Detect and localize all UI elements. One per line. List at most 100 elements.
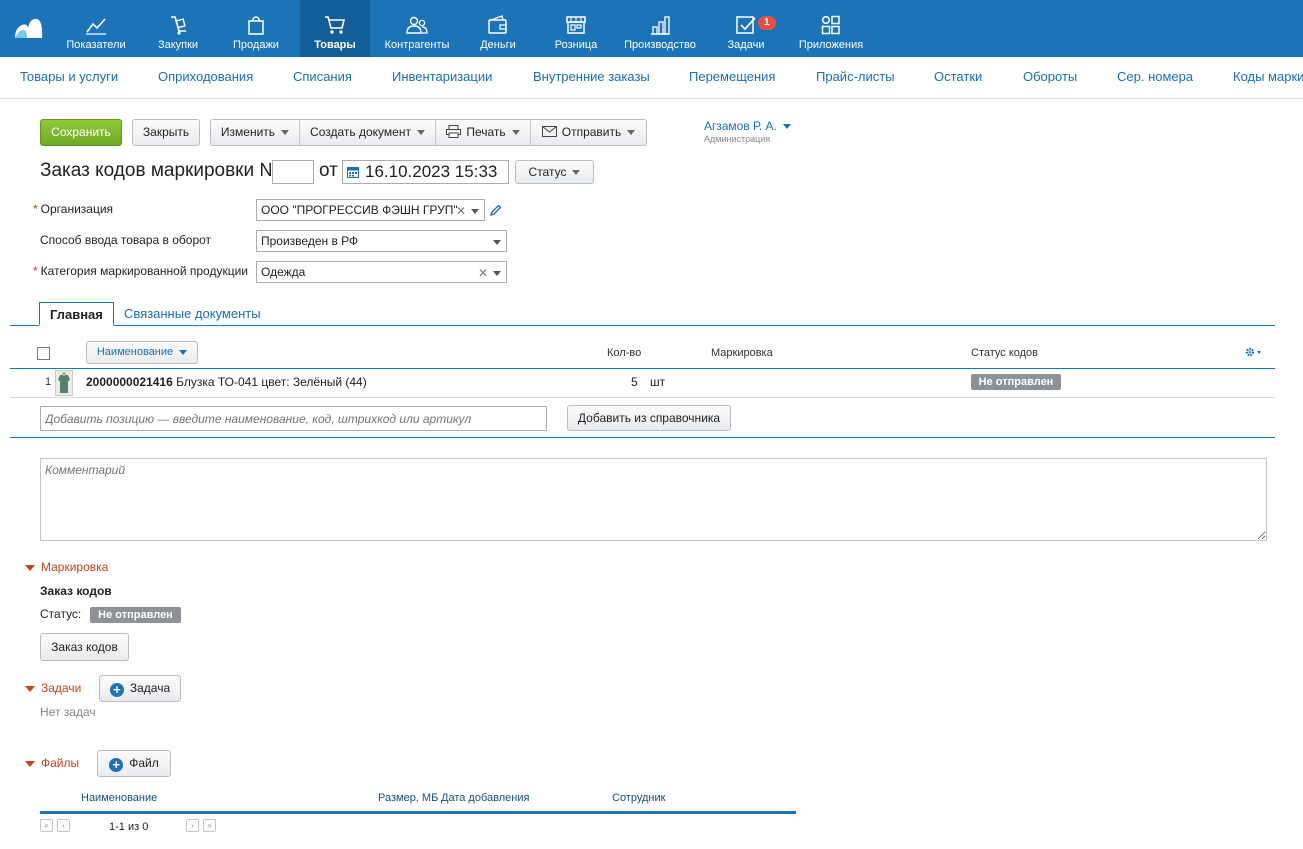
doc-date-value: 16.10.2023 15:33 — [365, 162, 498, 181]
chevron-down-icon — [281, 130, 290, 136]
nav-label: Деньги — [480, 39, 516, 51]
print-label: Печать — [466, 125, 506, 139]
user-role: Администрация — [704, 134, 771, 144]
select-all-checkbox[interactable] — [37, 347, 50, 360]
store-icon — [566, 16, 586, 34]
edit-dropdown[interactable]: Изменить — [211, 120, 300, 145]
user-menu[interactable]: Агзамов Р. А. — [704, 119, 791, 133]
files-section-toggle[interactable]: Файлы — [25, 756, 79, 770]
files-size-header[interactable]: Размер, МБ — [378, 792, 438, 804]
add-file-button[interactable]: + Файл — [97, 750, 171, 777]
nav-label: Розница — [554, 39, 598, 51]
nav-label: Закупки — [157, 39, 199, 51]
table-header-divider — [10, 368, 1275, 369]
subnav-stock[interactable]: Остатки — [934, 69, 982, 84]
first-page-button[interactable]: « — [40, 819, 53, 832]
row-qty[interactable]: 5 — [631, 375, 638, 389]
status-badge: Не отправлен — [971, 374, 1061, 390]
marking-status-badge: Не отправлен — [90, 607, 181, 623]
nav-label: Показатели — [66, 39, 126, 51]
organization-select[interactable]: ООО "ПРОГРЕССИВ ФЭШН ГРУП" ✕ — [256, 199, 485, 221]
nav-item-apps[interactable]: Приложения — [794, 0, 868, 57]
subnav-write-offs[interactable]: Списания — [293, 69, 352, 84]
chart-line-icon — [86, 18, 106, 35]
logo-icon[interactable] — [13, 16, 43, 40]
add-from-catalog-button[interactable]: Добавить из справочника — [567, 405, 731, 431]
chevron-down-icon — [493, 240, 501, 245]
tab-main[interactable]: Главная — [39, 302, 114, 326]
last-page-button[interactable]: » — [203, 819, 216, 832]
pager-text: 1-1 из 0 — [109, 821, 149, 833]
nav-item-purchases[interactable]: Закупки — [146, 0, 210, 57]
nav-item-production[interactable]: Производство — [620, 0, 700, 57]
clear-icon[interactable]: ✕ — [456, 201, 466, 220]
gear-icon[interactable] — [1245, 347, 1263, 357]
subnav-internal-orders[interactable]: Внутренние заказы — [533, 69, 650, 84]
files-name-header[interactable]: Наименование — [81, 792, 157, 804]
print-dropdown[interactable]: Печать — [436, 120, 531, 145]
doc-number-input[interactable] — [272, 160, 314, 184]
status-dropdown[interactable]: Статус — [515, 160, 594, 184]
collapse-triangle-icon — [25, 564, 35, 571]
pencil-edit-icon[interactable] — [490, 204, 502, 216]
category-label: * Категория маркированной продукции — [33, 264, 248, 278]
tasks-section-title: Задачи — [41, 681, 82, 695]
dolly-icon — [171, 16, 186, 35]
doc-date-input[interactable]: 16.10.2023 15:33 — [342, 160, 509, 184]
tasks-count-badge: 1 — [758, 16, 776, 30]
subnav-goods-services[interactable]: Товары и услуги — [20, 69, 118, 84]
files-employee-header[interactable]: Сотрудник — [612, 792, 665, 804]
nav-item-goods[interactable]: Товары — [300, 0, 370, 57]
product-name[interactable]: 2000000021416 Блузка ТО-041 цвет: Зелёны… — [86, 375, 367, 389]
add-task-button[interactable]: + Задача — [99, 675, 181, 702]
page-title: Заказ кодов маркировки № — [40, 160, 280, 181]
marking-section-title: Маркировка — [41, 560, 109, 574]
next-page-button[interactable]: › — [186, 819, 199, 832]
close-button[interactable]: Закрыть — [132, 119, 200, 146]
chevron-down-icon — [493, 271, 501, 276]
comment-textarea[interactable] — [40, 458, 1267, 541]
nav-item-money[interactable]: Деньги — [468, 0, 528, 57]
status-dropdown-label: Статус — [528, 165, 567, 179]
product-thumbnail[interactable] — [55, 370, 73, 396]
save-button[interactable]: Сохранить — [40, 119, 122, 146]
subnav-serial-numbers[interactable]: Сер. номера — [1117, 69, 1193, 84]
shopping-bag-icon — [248, 16, 264, 35]
tasks-section-toggle[interactable]: Задачи — [25, 681, 81, 695]
edit-label: Изменить — [220, 125, 276, 139]
add-position-input[interactable] — [40, 406, 547, 431]
nav-item-sales[interactable]: Продажи — [224, 0, 288, 57]
calendar-icon — [347, 167, 359, 178]
clear-icon[interactable]: ✕ — [478, 263, 488, 282]
entry-method-select[interactable]: Произведен в РФ — [256, 230, 507, 252]
prev-page-button[interactable]: ‹ — [57, 819, 70, 832]
chevron-down-icon — [511, 130, 520, 136]
subnav-marking-codes[interactable]: Коды маркир — [1233, 69, 1303, 84]
date-from-label: от — [319, 160, 338, 181]
subnav-price-lists[interactable]: Прайс-листы — [816, 69, 895, 84]
nav-label: Продажи — [233, 39, 279, 51]
order-codes-button[interactable]: Заказ кодов — [40, 633, 129, 661]
subnav-turnover[interactable]: Обороты — [1023, 69, 1077, 84]
marking-section-toggle[interactable]: Маркировка — [25, 560, 108, 574]
category-select[interactable]: Одежда ✕ — [256, 261, 507, 283]
subnav-receipts[interactable]: Оприходования — [158, 69, 253, 84]
envelope-icon — [541, 126, 557, 137]
nav-label: Задачи — [727, 39, 765, 51]
add-task-label: Задача — [129, 681, 171, 695]
name-column-sort[interactable]: Наименование — [86, 341, 198, 364]
toolbar-button-group: Изменить Создать документ Печать Отправи… — [210, 119, 647, 146]
subnav-inventories[interactable]: Инвентаризации — [392, 69, 492, 84]
nav-label: Товары — [314, 39, 356, 51]
tab-related-documents[interactable]: Связанные документы — [114, 302, 271, 326]
nav-item-indicators[interactable]: Показатели — [60, 0, 132, 57]
nav-item-tasks[interactable]: 1 Задачи — [716, 0, 776, 57]
create-document-dropdown[interactable]: Создать документ — [300, 120, 436, 145]
send-dropdown[interactable]: Отправить — [531, 120, 646, 145]
nav-item-retail[interactable]: Розница — [546, 0, 606, 57]
files-date-header[interactable]: Дата добавления — [441, 792, 529, 804]
cart-icon — [325, 16, 346, 34]
subnav-transfers[interactable]: Перемещения — [689, 69, 775, 84]
nav-item-counterparties[interactable]: Контрагенты — [380, 0, 454, 57]
status-column-header: Статус кодов — [971, 347, 1039, 359]
